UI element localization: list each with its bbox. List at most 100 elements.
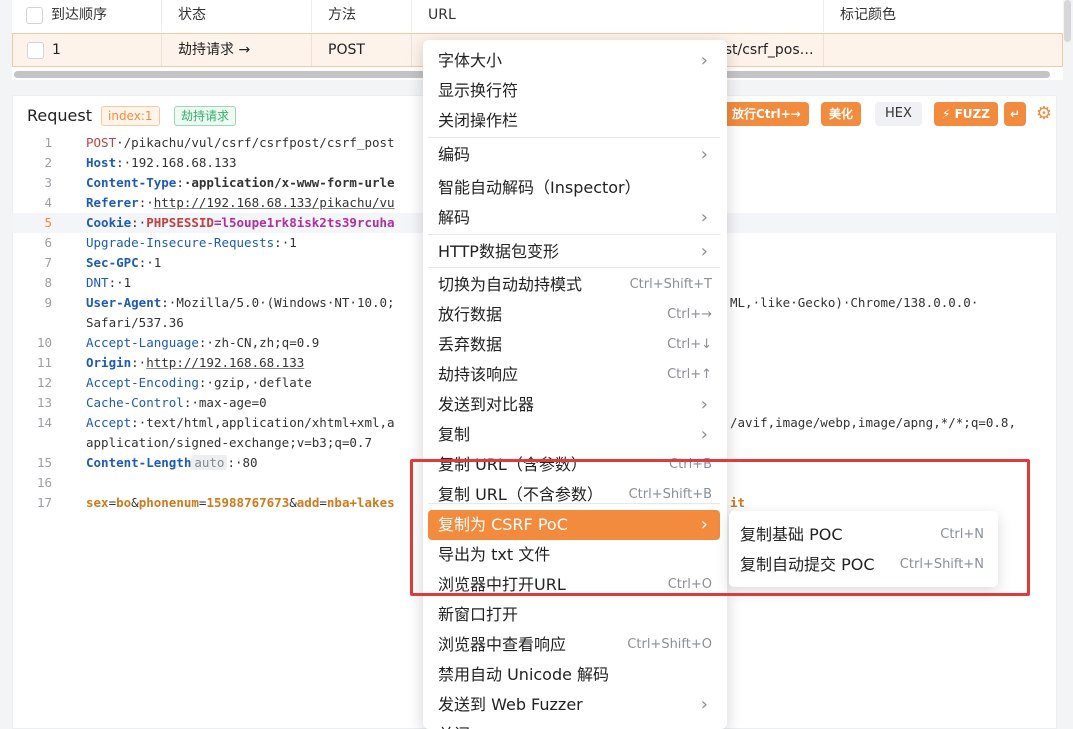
code-line: Cache-Control:·max-age=0 — [86, 395, 267, 410]
code-line: DNT:·1 — [86, 275, 132, 290]
code-line: Referer:·http://192.168.68.133/pikachu/v… — [86, 195, 395, 210]
select-all-checkbox[interactable] — [26, 6, 43, 24]
cell-order: 1 — [13, 34, 162, 66]
shortcut-hint: Ctrl+B — [669, 457, 712, 472]
row-checkbox[interactable] — [27, 41, 44, 59]
menu-item-label: 字体大小 — [438, 51, 503, 70]
menu-item[interactable]: 禁用自动 Unicode 解码 — [428, 660, 720, 690]
chevron-right-icon: › — [700, 514, 708, 535]
code-line: Safari/537.36 — [86, 315, 184, 330]
beautify-button[interactable]: 美化 — [821, 102, 862, 126]
col-header-color[interactable]: 标记颜色 — [824, 0, 1063, 32]
menu-item-label: 解码 — [438, 208, 471, 227]
fuzz-button[interactable]: ⚡ FUZZ — [934, 102, 998, 126]
menu-item-label: 显示换行符 — [438, 81, 519, 100]
menu-item-label: 复制 URL（不含参数） — [438, 485, 603, 504]
submenu-item-label: 复制自动提交 POC — [740, 555, 875, 574]
menu-item[interactable]: HTTP数据包变形 › — [428, 237, 720, 267]
shortcut-hint: Ctrl+Shift+B — [628, 487, 712, 502]
menu-item[interactable]: 新窗口打开 — [428, 600, 720, 630]
menu-item-label: 关闭 — [438, 725, 470, 729]
shortcut-hint: Ctrl+Shift+O — [627, 637, 712, 652]
chevron-right-icon: › — [700, 50, 708, 71]
code-line: Accept-Language:·zh-CN,zh;q=0.9 — [86, 335, 320, 350]
line-number: 15 — [36, 455, 52, 470]
menu-item[interactable]: 显示换行符 — [428, 76, 720, 106]
menu-item[interactable]: 浏览器中打开URL Ctrl+O — [428, 570, 720, 600]
menu-item-label: 导出为 txt 文件 — [438, 545, 551, 564]
line-number: 4 — [44, 195, 52, 210]
line-number: 17 — [36, 495, 52, 510]
csrf-poc-submenu: 复制基础 POC Ctrl+N 复制自动提交 POC Ctrl+Shift+N — [729, 511, 998, 587]
line-number: 2 — [44, 155, 52, 170]
menu-item[interactable]: 放行数据 Ctrl+→ — [428, 300, 720, 330]
col-header-order[interactable]: 到达顺序 — [12, 0, 162, 32]
table-header: 到达顺序 状态 方法 URL 标记颜色 — [12, 0, 1063, 32]
menu-item[interactable]: 浏览器中查看响应 Ctrl+Shift+O — [428, 630, 720, 660]
code-line-tail: /avif,image/webp,image/apng,*/*;q=0.8, — [730, 415, 1016, 430]
code-line: Cookie:·PHPSESSID=l5oupe1rk8isk2ts39rcuh… — [86, 215, 395, 230]
col-header-url[interactable]: URL — [412, 0, 824, 32]
menu-item[interactable]: 丢弃数据 Ctrl+↓ — [428, 330, 720, 360]
menu-item-label: 复制 URL（含参数） — [438, 455, 587, 474]
menu-separator — [428, 137, 720, 138]
menu-item[interactable]: 复制为 CSRF PoC › — [428, 510, 720, 540]
wrap-button[interactable]: ↵ — [1004, 102, 1027, 126]
line-number: 13 — [36, 395, 52, 410]
line-number: 8 — [44, 275, 52, 290]
vertical-scrollbar[interactable] — [1064, 0, 1071, 42]
forward-button[interactable]: 放行Ctrl+→ — [724, 102, 809, 126]
menu-item-label: 切换为自动劫持模式 — [438, 275, 583, 294]
auto-badge[interactable]: auto — [191, 455, 228, 470]
menu-item[interactable]: 切换为自动劫持模式 Ctrl+Shift+T — [428, 270, 720, 300]
code-line: POST·/pikachu/vul/csrf/csrfpost/csrf_pos… — [86, 135, 395, 150]
menu-item-label: 发送到 Web Fuzzer — [438, 695, 583, 714]
line-number: 14 — [36, 415, 52, 430]
menu-item[interactable]: 解码 › — [428, 203, 720, 233]
code-line-tail: it — [730, 495, 746, 510]
line-number: 1 — [44, 135, 52, 150]
code-line: Origin:·http://192.168.68.133 — [86, 355, 305, 370]
col-header-method[interactable]: 方法 — [312, 0, 412, 32]
col-header-status[interactable]: 状态 — [162, 0, 312, 32]
code-line: Accept-Encoding:·gzip,·deflate — [86, 375, 312, 390]
shortcut-hint: Ctrl+→ — [667, 307, 712, 322]
menu-item[interactable]: 复制 › — [428, 420, 720, 450]
menu-item-label: 放行数据 — [438, 305, 503, 324]
chevron-right-icon: › — [700, 394, 708, 415]
menu-item[interactable]: 关闭操作栏 — [428, 106, 720, 136]
submenu-item-label: 复制基础 POC — [740, 525, 843, 544]
code-line: Content-Type:·application/x-www-form-url… — [86, 175, 395, 190]
line-number: 5 — [44, 215, 52, 230]
menu-item-label: 浏览器中查看响应 — [438, 635, 567, 654]
menu-item[interactable]: 复制 URL（不含参数） Ctrl+Shift+B — [428, 480, 720, 510]
menu-item[interactable]: 发送到 Web Fuzzer › — [428, 690, 720, 720]
menu-item[interactable]: 复制 URL（含参数） Ctrl+B — [428, 450, 720, 480]
hex-button[interactable]: HEX — [875, 102, 922, 126]
shortcut-hint: Ctrl+Shift+T — [629, 277, 712, 292]
menu-separator — [428, 234, 720, 235]
line-number: 3 — [44, 175, 52, 190]
menu-item[interactable]: 劫持该响应 Ctrl+↑ — [428, 360, 720, 390]
menu-item[interactable]: 发送到对比器 › — [428, 390, 720, 420]
chevron-right-icon: › — [700, 207, 708, 228]
menu-item-label: 发送到对比器 — [438, 395, 535, 414]
code-line: User-Agent:·Mozilla/5.0·(Windows·NT·10.0… — [86, 295, 395, 310]
menu-item-label: 复制为 CSRF PoC — [438, 515, 568, 534]
index-tag: index:1 — [101, 106, 160, 126]
menu-item[interactable]: 关闭 — [428, 720, 720, 729]
shortcut-hint: Ctrl+↑ — [667, 367, 712, 382]
menu-separator — [428, 267, 720, 268]
chevron-right-icon: › — [700, 694, 708, 715]
menu-item[interactable]: 编码 › — [428, 140, 720, 170]
gear-icon[interactable]: ⚙ — [1034, 104, 1054, 124]
cell-status: 劫持请求 → — [162, 34, 312, 66]
status-tag: 劫持请求 — [174, 106, 237, 126]
menu-item[interactable]: 导出为 txt 文件 — [428, 540, 720, 570]
submenu-item[interactable]: 复制自动提交 POC Ctrl+Shift+N — [729, 550, 998, 580]
menu-item-label: 浏览器中打开URL — [438, 575, 566, 594]
code-line: Host:·192.168.68.133 — [86, 155, 237, 170]
menu-item[interactable]: 智能自动解码（Inspector） — [428, 173, 720, 203]
submenu-item[interactable]: 复制基础 POC Ctrl+N — [729, 520, 998, 550]
menu-item[interactable]: 字体大小 › — [428, 46, 720, 76]
